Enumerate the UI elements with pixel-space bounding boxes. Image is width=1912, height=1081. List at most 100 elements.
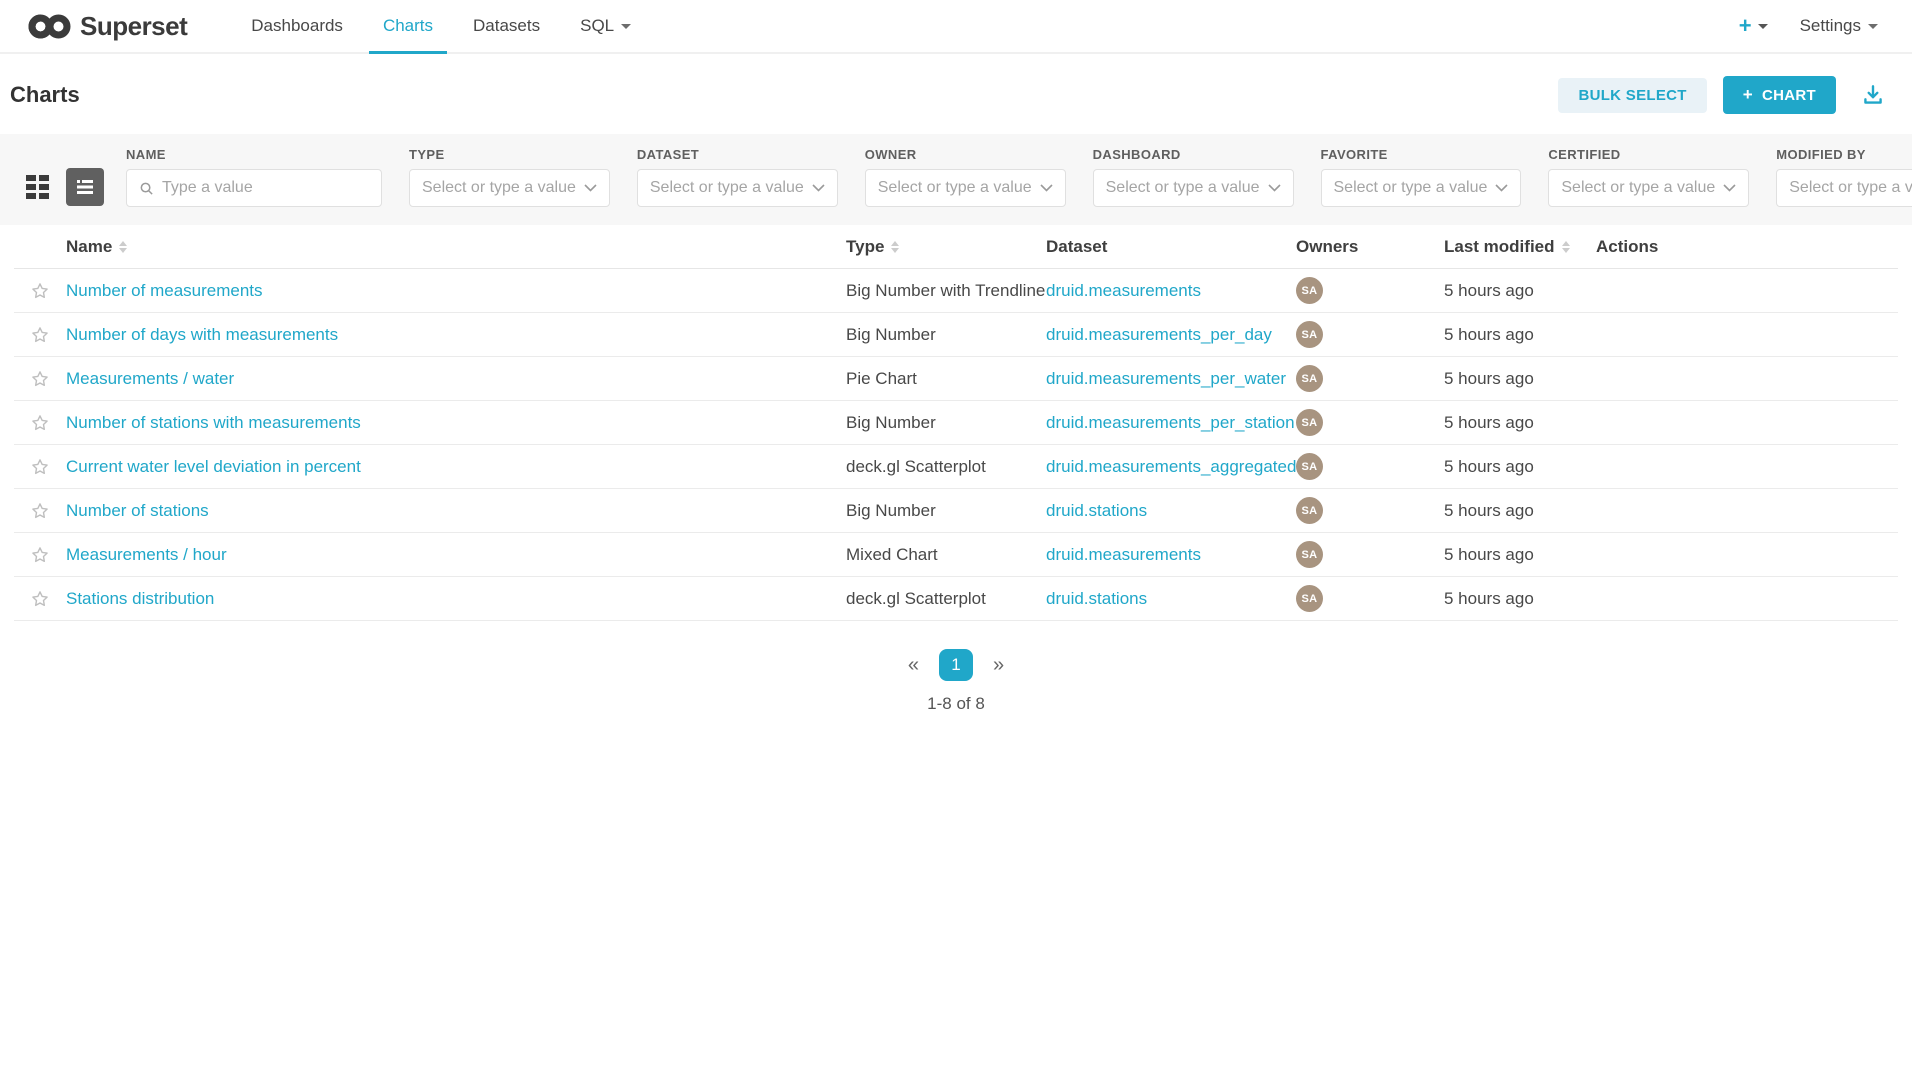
column-header-dataset-label: Dataset bbox=[1046, 237, 1107, 257]
card-view-toggle[interactable] bbox=[18, 168, 56, 206]
dataset-link[interactable]: druid.measurements_aggregated bbox=[1046, 457, 1296, 476]
superset-logo[interactable]: Superset bbox=[28, 0, 187, 52]
filter-dataset-select[interactable]: Select or type a value bbox=[637, 169, 838, 207]
column-header-last-modified[interactable]: Last modified bbox=[1444, 237, 1596, 257]
filter-type-placeholder: Select or type a value bbox=[422, 179, 576, 197]
table-row: Number of measurements Big Number with T… bbox=[14, 269, 1898, 313]
table-row: Measurements / water Pie Chart druid.mea… bbox=[14, 357, 1898, 401]
nav-item-datasets[interactable]: Datasets bbox=[453, 0, 560, 52]
nav-right-section: + Settings bbox=[1729, 0, 1882, 52]
last-modified-text: 5 hours ago bbox=[1444, 457, 1534, 476]
chart-type-text: deck.gl Scatterplot bbox=[846, 457, 986, 476]
table-row: Number of stations with measurements Big… bbox=[14, 401, 1898, 445]
owner-avatar[interactable]: SA bbox=[1296, 585, 1323, 612]
last-modified-text: 5 hours ago bbox=[1444, 325, 1534, 344]
dataset-link[interactable]: druid.measurements_per_station bbox=[1046, 413, 1295, 432]
chart-name-link[interactable]: Number of stations with measurements bbox=[66, 413, 361, 432]
owner-avatar[interactable]: SA bbox=[1296, 321, 1323, 348]
favorite-star-button[interactable] bbox=[30, 369, 50, 389]
next-page-button[interactable]: » bbox=[985, 654, 1012, 677]
filter-dataset-placeholder: Select or type a value bbox=[650, 179, 804, 197]
new-item-dropdown-button[interactable]: + bbox=[1729, 13, 1778, 39]
chart-name-link[interactable]: Number of stations bbox=[66, 501, 209, 520]
chevron-down-icon bbox=[1723, 184, 1736, 192]
page-header: Charts BULK SELECT + CHART bbox=[0, 54, 1912, 134]
chart-type-text: Pie Chart bbox=[846, 369, 917, 388]
filter-name-input[interactable] bbox=[162, 179, 369, 197]
list-view-icon bbox=[74, 176, 96, 198]
dataset-link[interactable]: druid.measurements_per_water bbox=[1046, 369, 1286, 388]
page-1-button[interactable]: 1 bbox=[939, 649, 973, 681]
chart-type-text: Big Number bbox=[846, 413, 936, 432]
filter-modified-by-label: MODIFIED BY bbox=[1776, 147, 1912, 162]
nav-item-dashboards[interactable]: Dashboards bbox=[231, 0, 363, 52]
table-row: Measurements / hour Mixed Chart druid.me… bbox=[14, 533, 1898, 577]
filter-owner-select[interactable]: Select or type a value bbox=[865, 169, 1066, 207]
star-icon bbox=[30, 325, 50, 345]
owner-avatar[interactable]: SA bbox=[1296, 497, 1323, 524]
chart-name-link[interactable]: Current water level deviation in percent bbox=[66, 457, 361, 476]
filter-name-label: NAME bbox=[126, 147, 382, 162]
dataset-link[interactable]: druid.stations bbox=[1046, 501, 1147, 520]
nav-item-sql[interactable]: SQL bbox=[560, 0, 651, 52]
chart-name-link[interactable]: Number of days with measurements bbox=[66, 325, 338, 344]
favorite-star-button[interactable] bbox=[30, 545, 50, 565]
settings-dropdown-button[interactable]: Settings bbox=[1778, 16, 1882, 36]
favorite-star-button[interactable] bbox=[30, 325, 50, 345]
favorite-star-button[interactable] bbox=[30, 457, 50, 477]
owner-avatar[interactable]: SA bbox=[1296, 365, 1323, 392]
column-header-name-label: Name bbox=[66, 237, 112, 257]
favorite-star-button[interactable] bbox=[30, 501, 50, 521]
chart-name-link[interactable]: Stations distribution bbox=[66, 589, 214, 608]
chevron-down-icon bbox=[1495, 184, 1508, 192]
settings-label: Settings bbox=[1800, 16, 1861, 36]
filter-certified-select[interactable]: Select or type a value bbox=[1548, 169, 1749, 207]
star-icon bbox=[30, 545, 50, 565]
bulk-select-button[interactable]: BULK SELECT bbox=[1558, 78, 1706, 113]
owner-avatar[interactable]: SA bbox=[1296, 453, 1323, 480]
favorite-star-button[interactable] bbox=[30, 413, 50, 433]
new-chart-button-label: CHART bbox=[1762, 87, 1816, 104]
dataset-link[interactable]: druid.measurements bbox=[1046, 281, 1201, 300]
column-header-type[interactable]: Type bbox=[846, 237, 1046, 257]
filter-modified-by-select[interactable]: Select or type a value bbox=[1776, 169, 1912, 207]
chart-name-link[interactable]: Measurements / hour bbox=[66, 545, 227, 564]
filter-favorite: FAVORITE Select or type a value bbox=[1321, 147, 1522, 207]
owner-avatar[interactable]: SA bbox=[1296, 541, 1323, 568]
filter-dashboard-select[interactable]: Select or type a value bbox=[1093, 169, 1294, 207]
sort-icon bbox=[1562, 241, 1570, 253]
filter-modified-by: MODIFIED BY Select or type a value bbox=[1776, 147, 1912, 207]
previous-page-button[interactable]: « bbox=[900, 654, 927, 677]
pagination: « 1 » bbox=[0, 649, 1912, 681]
favorite-star-button[interactable] bbox=[30, 589, 50, 609]
nav-item-charts[interactable]: Charts bbox=[363, 0, 453, 52]
filter-dashboard-label: DASHBOARD bbox=[1093, 147, 1294, 162]
filter-favorite-select[interactable]: Select or type a value bbox=[1321, 169, 1522, 207]
export-charts-button[interactable] bbox=[1860, 82, 1886, 108]
column-header-last-modified-label: Last modified bbox=[1444, 237, 1555, 257]
table-row: Number of days with measurements Big Num… bbox=[14, 313, 1898, 357]
column-header-name[interactable]: Name bbox=[66, 237, 834, 257]
filters-row: NAME TYPE Select or type a value DATASET… bbox=[126, 147, 1912, 207]
dataset-link[interactable]: druid.stations bbox=[1046, 589, 1147, 608]
chart-name-link[interactable]: Measurements / water bbox=[66, 369, 234, 388]
owner-avatar[interactable]: SA bbox=[1296, 277, 1323, 304]
chevron-down-icon bbox=[621, 24, 631, 29]
chart-type-text: Mixed Chart bbox=[846, 545, 938, 564]
favorite-star-button[interactable] bbox=[30, 281, 50, 301]
table-row: Current water level deviation in percent… bbox=[14, 445, 1898, 489]
filter-dashboard: DASHBOARD Select or type a value bbox=[1093, 147, 1294, 207]
chart-type-text: deck.gl Scatterplot bbox=[846, 589, 986, 608]
dataset-link[interactable]: druid.measurements bbox=[1046, 545, 1201, 564]
list-view-toggle[interactable] bbox=[66, 168, 104, 206]
dataset-link[interactable]: druid.measurements_per_day bbox=[1046, 325, 1272, 344]
download-icon bbox=[1860, 82, 1886, 108]
column-header-owners-label: Owners bbox=[1296, 237, 1358, 257]
star-icon bbox=[30, 589, 50, 609]
sort-icon bbox=[119, 241, 127, 253]
owner-avatar[interactable]: SA bbox=[1296, 409, 1323, 436]
star-icon bbox=[30, 501, 50, 521]
chart-name-link[interactable]: Number of measurements bbox=[66, 281, 263, 300]
new-chart-button[interactable]: + CHART bbox=[1723, 76, 1836, 114]
filter-type-select[interactable]: Select or type a value bbox=[409, 169, 610, 207]
